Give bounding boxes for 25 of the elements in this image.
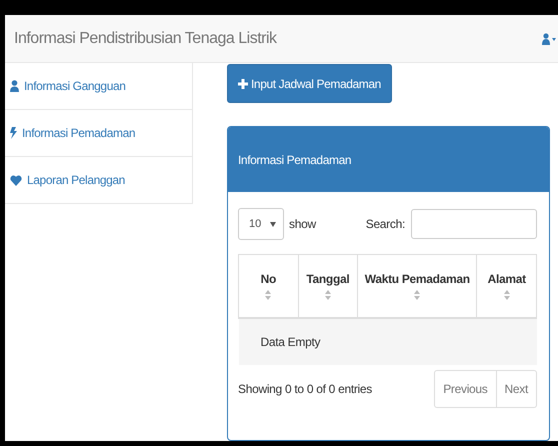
entries-info: Showing 0 to 0 of 0 entries xyxy=(238,382,372,396)
sort-icon xyxy=(265,290,272,300)
bolt-icon xyxy=(10,127,17,139)
user-icon xyxy=(542,32,556,44)
sort-icon xyxy=(504,290,510,300)
add-schedule-button[interactable]: Input Jadwal Pemadaman xyxy=(227,64,392,103)
sort-icon xyxy=(414,290,420,300)
user-icon xyxy=(10,80,19,92)
sidebar-item[interactable]: Laporan Pelanggan xyxy=(5,157,192,204)
user-menu-button[interactable] xyxy=(542,32,558,44)
heart-icon xyxy=(10,174,22,186)
search-label: Search: xyxy=(366,217,405,231)
plus-icon xyxy=(238,78,248,88)
sidebar-item[interactable]: Informasi Pemadaman xyxy=(5,110,192,157)
sort-icon xyxy=(324,290,331,300)
pagination-button[interactable]: Previous xyxy=(434,370,497,408)
search-field[interactable] xyxy=(411,209,537,239)
empty-table-cell: Data Empty xyxy=(238,318,536,365)
sidebar-item[interactable]: Informasi Gangguan xyxy=(5,63,192,110)
caret-icon xyxy=(270,222,276,227)
panel-title: Informasi Pemadaman xyxy=(238,152,352,166)
show-label: show xyxy=(289,217,316,231)
pagination-button[interactable]: Next xyxy=(496,370,537,408)
app-title: Informasi Pendistribusian Tenaga Listrik xyxy=(14,30,277,48)
page-size-select[interactable]: 10 xyxy=(238,208,284,240)
